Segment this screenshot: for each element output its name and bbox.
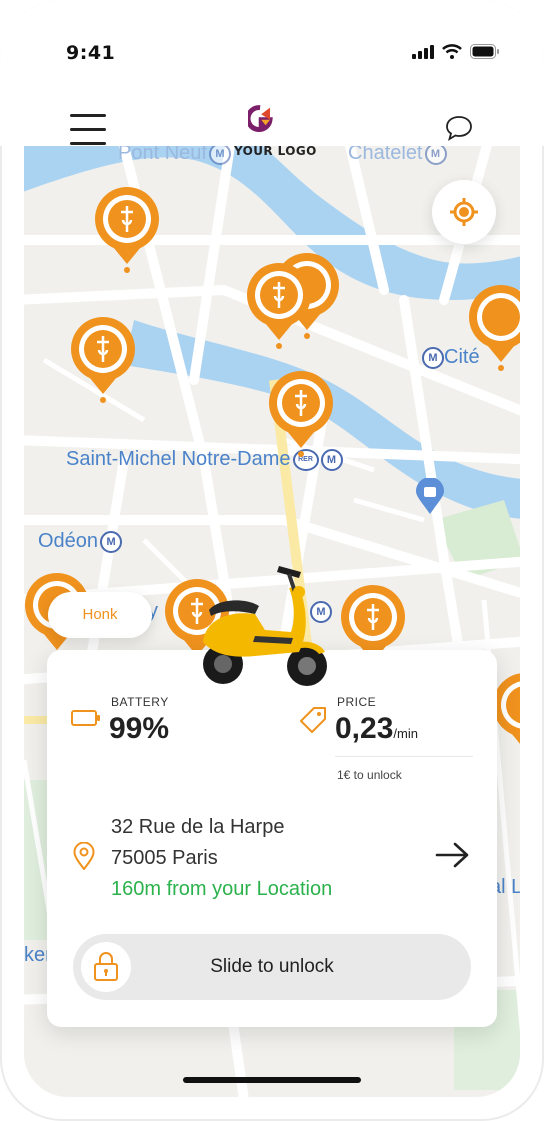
home-indicator [183,1077,361,1083]
scooter-info-card: BATTERY 99% PRICE 0,23/min 1€ to unlock … [47,650,497,1027]
scooter-pin-icon[interactable] [468,284,520,374]
price-divider [335,756,473,757]
hamburger-menu-icon[interactable] [70,114,106,150]
signal-icon [412,44,434,59]
slide-to-unlock[interactable]: Slide to unlock [73,934,471,1000]
price-label: PRICE [337,695,377,709]
scooter-pin-icon[interactable] [70,316,136,406]
phone-frame: Pont Neuf M Chatelet M M Cité Saint-Michel … [0,0,544,1121]
shopping-poi-icon [416,478,444,514]
arrow-right-icon[interactable] [433,840,473,870]
price-tag-icon [300,707,326,733]
logo-icon [248,105,273,133]
distance-text: 160m from your Location [111,878,333,900]
location-pin-icon [73,842,95,870]
price-value-wrap: 0,23/min [335,712,418,746]
battery-status-icon [470,44,499,59]
scooter-pin-icon[interactable] [268,370,334,460]
chat-icon[interactable] [444,114,474,144]
battery-value: 99% [109,712,170,745]
map-label-odeon: Odéon M [38,530,123,553]
scooter-image [203,566,327,686]
unlock-fee: 1€ to unlock [337,768,402,782]
address-city: 75005 Paris [111,847,218,869]
scooter-pin-icon[interactable] [246,262,312,352]
scooter-pin-icon[interactable] [94,186,160,276]
wifi-icon [442,44,462,59]
lock-icon [94,952,118,981]
status-icons [412,44,500,59]
battery-label: BATTERY [111,695,169,709]
logo-text: YOUR LOGO [234,144,317,158]
honk-button[interactable]: Honk [48,592,152,638]
price-unit: /min [393,726,418,741]
app-header: YOUR LOGO [0,90,544,158]
status-bar: 9:41 [0,0,544,90]
status-time: 9:41 [66,42,116,64]
address-street: 32 Rue de la Harpe [111,816,285,838]
battery-icon [71,710,100,726]
address-block: 32 Rue de la Harpe 75005 Paris 160m from… [111,812,332,905]
locate-button[interactable] [432,180,496,244]
price-value: 0,23 [335,712,394,745]
slide-label: Slide to unlock [210,956,334,977]
slider-knob[interactable] [81,942,131,992]
locate-icon [450,198,478,226]
